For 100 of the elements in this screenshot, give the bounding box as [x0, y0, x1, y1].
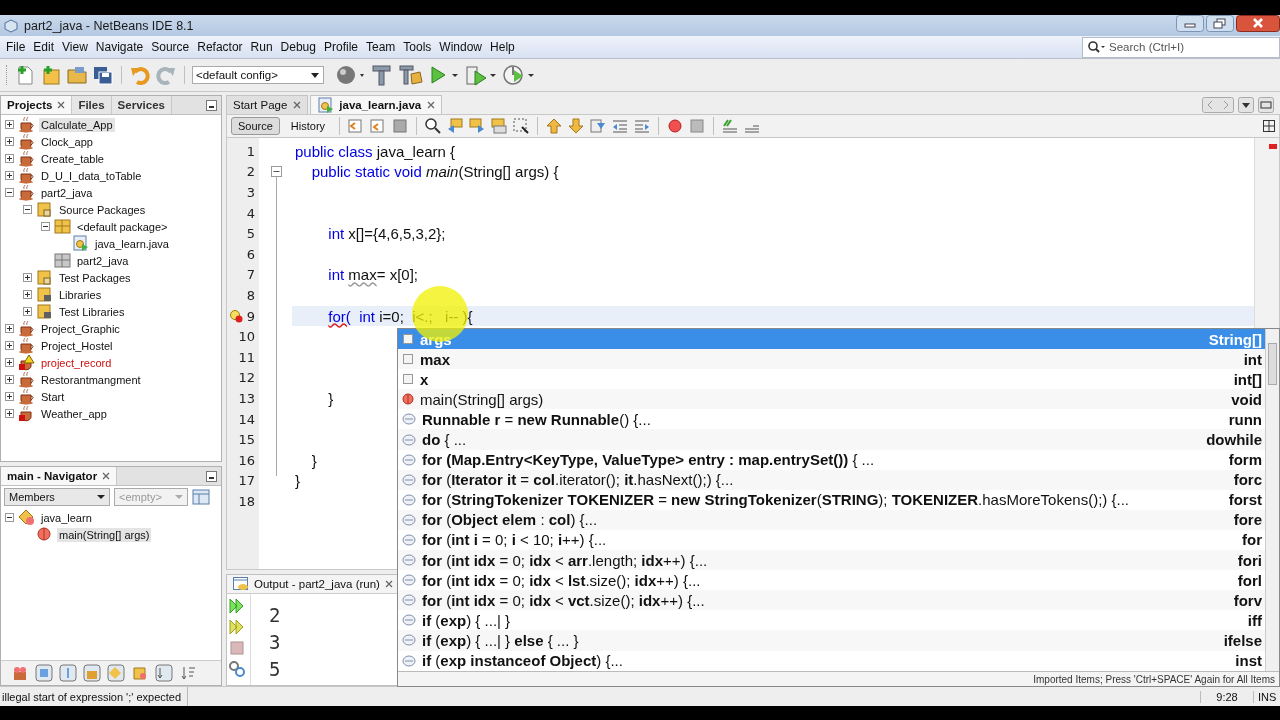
record-icon[interactable]	[666, 117, 685, 135]
completion-item[interactable]: Runnable r = new Runnable() {... runn	[398, 409, 1265, 430]
tree-item[interactable]: Create_table	[39, 151, 106, 166]
menu-item[interactable]: Edit	[29, 40, 59, 54]
restore-button[interactable]	[1206, 15, 1234, 32]
tree-item[interactable]: <default package>	[75, 219, 170, 234]
expand-icon[interactable]	[5, 154, 14, 163]
bar-toggle-icon[interactable]	[59, 664, 77, 682]
stop-icon[interactable]	[688, 117, 707, 135]
completion-item[interactable]: for (int idx = 0; idx < arr.length; idx++) {... fori	[398, 550, 1265, 571]
expand-icon[interactable]	[23, 307, 32, 316]
tree-item[interactable]: Libraries	[57, 287, 104, 302]
minimize-panel-icon[interactable]	[206, 99, 217, 111]
expand-icon[interactable]	[23, 273, 32, 282]
menu-item[interactable]: Debug	[276, 40, 320, 54]
tree-item[interactable]: Test Packages	[57, 270, 133, 285]
sort-name-icon[interactable]	[179, 664, 197, 682]
fields-icon[interactable]	[11, 664, 29, 682]
collapse-icon[interactable]	[5, 188, 14, 197]
minimize-panel-icon[interactable]	[206, 470, 217, 482]
collapse-icon[interactable]	[5, 513, 14, 522]
search-input[interactable]: Search (Ctrl+I)	[1109, 41, 1269, 53]
tree-item[interactable]: Project_Graphic	[39, 321, 122, 336]
close-icon[interactable]	[427, 101, 436, 109]
view-tab[interactable]: History	[283, 117, 333, 135]
tree-item[interactable]: Test Libraries	[57, 304, 127, 319]
close-icon[interactable]	[384, 580, 393, 588]
menu-item[interactable]: Tools	[399, 40, 436, 54]
menu-item[interactable]: Refactor	[193, 40, 247, 54]
menu-item[interactable]: Run	[246, 40, 277, 54]
completion-item[interactable]: if (exp) { ...| } iff	[398, 610, 1265, 631]
expand-icon[interactable]	[23, 290, 32, 299]
tree-item[interactable]: Start	[39, 389, 67, 404]
completion-item[interactable]: for (Map.Entry<KeyType, ValueType> entry : map.entrySet()) { ... form	[398, 449, 1265, 470]
tree-item[interactable]: java_learn	[39, 510, 94, 525]
tree-item[interactable]: part2_java	[39, 185, 95, 200]
menu-item[interactable]: Window	[435, 40, 487, 54]
expand-icon[interactable]	[5, 324, 14, 333]
inherited-icon[interactable]	[131, 664, 149, 682]
expand-icon[interactable]	[5, 358, 14, 367]
output-tab[interactable]: Output - part2_java (run)	[227, 575, 400, 593]
tree-item[interactable]: D_U_I_data_toTable	[39, 168, 144, 183]
search-field[interactable]: Search (Ctrl+I)	[1082, 36, 1280, 58]
completion-item[interactable]: for (int idx = 0; idx < vct.size(); idx++) {... forv	[398, 590, 1265, 611]
close-icon[interactable]	[293, 101, 302, 109]
sort-type-icon[interactable]	[155, 664, 173, 682]
editor-tab[interactable]: Start Page	[226, 95, 309, 114]
expand-icon[interactable]	[5, 392, 14, 401]
menu-item[interactable]: Source	[147, 40, 194, 54]
collapse-icon[interactable]	[23, 205, 32, 214]
stop-icon[interactable]	[228, 639, 246, 657]
tree-item[interactable]: project_record	[39, 355, 114, 370]
globe-icon[interactable]	[336, 64, 366, 86]
scrollbar[interactable]	[1265, 329, 1279, 671]
menu-item[interactable]: Team	[362, 40, 400, 54]
tree-item[interactable]: Clock_app	[39, 134, 95, 149]
select-rect-icon[interactable]	[512, 117, 531, 135]
members-dropdown[interactable]: Members	[4, 488, 110, 506]
run-icon[interactable]	[428, 64, 460, 86]
lock-toggle-icon[interactable]	[83, 664, 101, 682]
close-icon[interactable]	[102, 472, 111, 480]
completion-item[interactable]: for (Object elem : col) {... fore	[398, 509, 1265, 530]
completion-item[interactable]: do { ... dowhile	[398, 429, 1265, 450]
find-icon[interactable]	[424, 117, 443, 135]
bookmark-up-icon[interactable]	[545, 117, 564, 135]
layout-icon[interactable]	[192, 489, 210, 505]
square-toggle-icon[interactable]	[35, 664, 53, 682]
toggle-bookmark-icon[interactable]	[589, 117, 608, 135]
expand-icon[interactable]	[5, 341, 14, 350]
menu-item[interactable]: Navigate	[91, 40, 148, 54]
shift-right-icon[interactable]	[633, 117, 652, 135]
collapse-icon[interactable]	[41, 222, 50, 231]
rerun-icon[interactable]	[228, 597, 246, 615]
profile-icon[interactable]	[502, 64, 536, 86]
save-all-icon[interactable]	[92, 64, 114, 86]
tree-item[interactable]: java_learn.java	[93, 236, 171, 251]
menu-item[interactable]: Profile	[320, 40, 362, 54]
config-dropdown[interactable]: <default config>	[192, 66, 324, 84]
split-view-icon[interactable]	[1263, 120, 1275, 132]
completion-item[interactable]: for (Iterator it = col.iterator(); it.hasNext();) {... forc	[398, 469, 1265, 490]
expand-icon[interactable]	[5, 171, 14, 180]
completion-item[interactable]: main(String[] args) void	[398, 389, 1265, 410]
menu-item[interactable]: Help	[486, 40, 519, 54]
expand-icon[interactable]	[5, 375, 14, 384]
class-toggle-icon[interactable]	[107, 664, 125, 682]
completion-item[interactable]: max int	[398, 349, 1265, 370]
completion-item[interactable]: x int[]	[398, 369, 1265, 390]
hammer-broom-icon[interactable]	[398, 64, 424, 86]
menu-item[interactable]: View	[58, 40, 92, 54]
panel-tab[interactable]: Files	[72, 96, 112, 114]
expand-icon[interactable]	[5, 120, 14, 129]
panel-tab[interactable]: main - Navigator	[1, 467, 118, 485]
tab-list-icon[interactable]	[1238, 96, 1254, 113]
panel-tab[interactable]: Projects	[1, 96, 73, 114]
new-project-icon[interactable]	[40, 64, 62, 86]
hammer-icon[interactable]	[370, 64, 394, 86]
tree-item[interactable]: main(String[] args)	[57, 527, 152, 542]
close-button[interactable]	[1236, 15, 1280, 32]
debug-icon[interactable]	[464, 64, 498, 86]
expand-icon[interactable]	[5, 137, 14, 146]
